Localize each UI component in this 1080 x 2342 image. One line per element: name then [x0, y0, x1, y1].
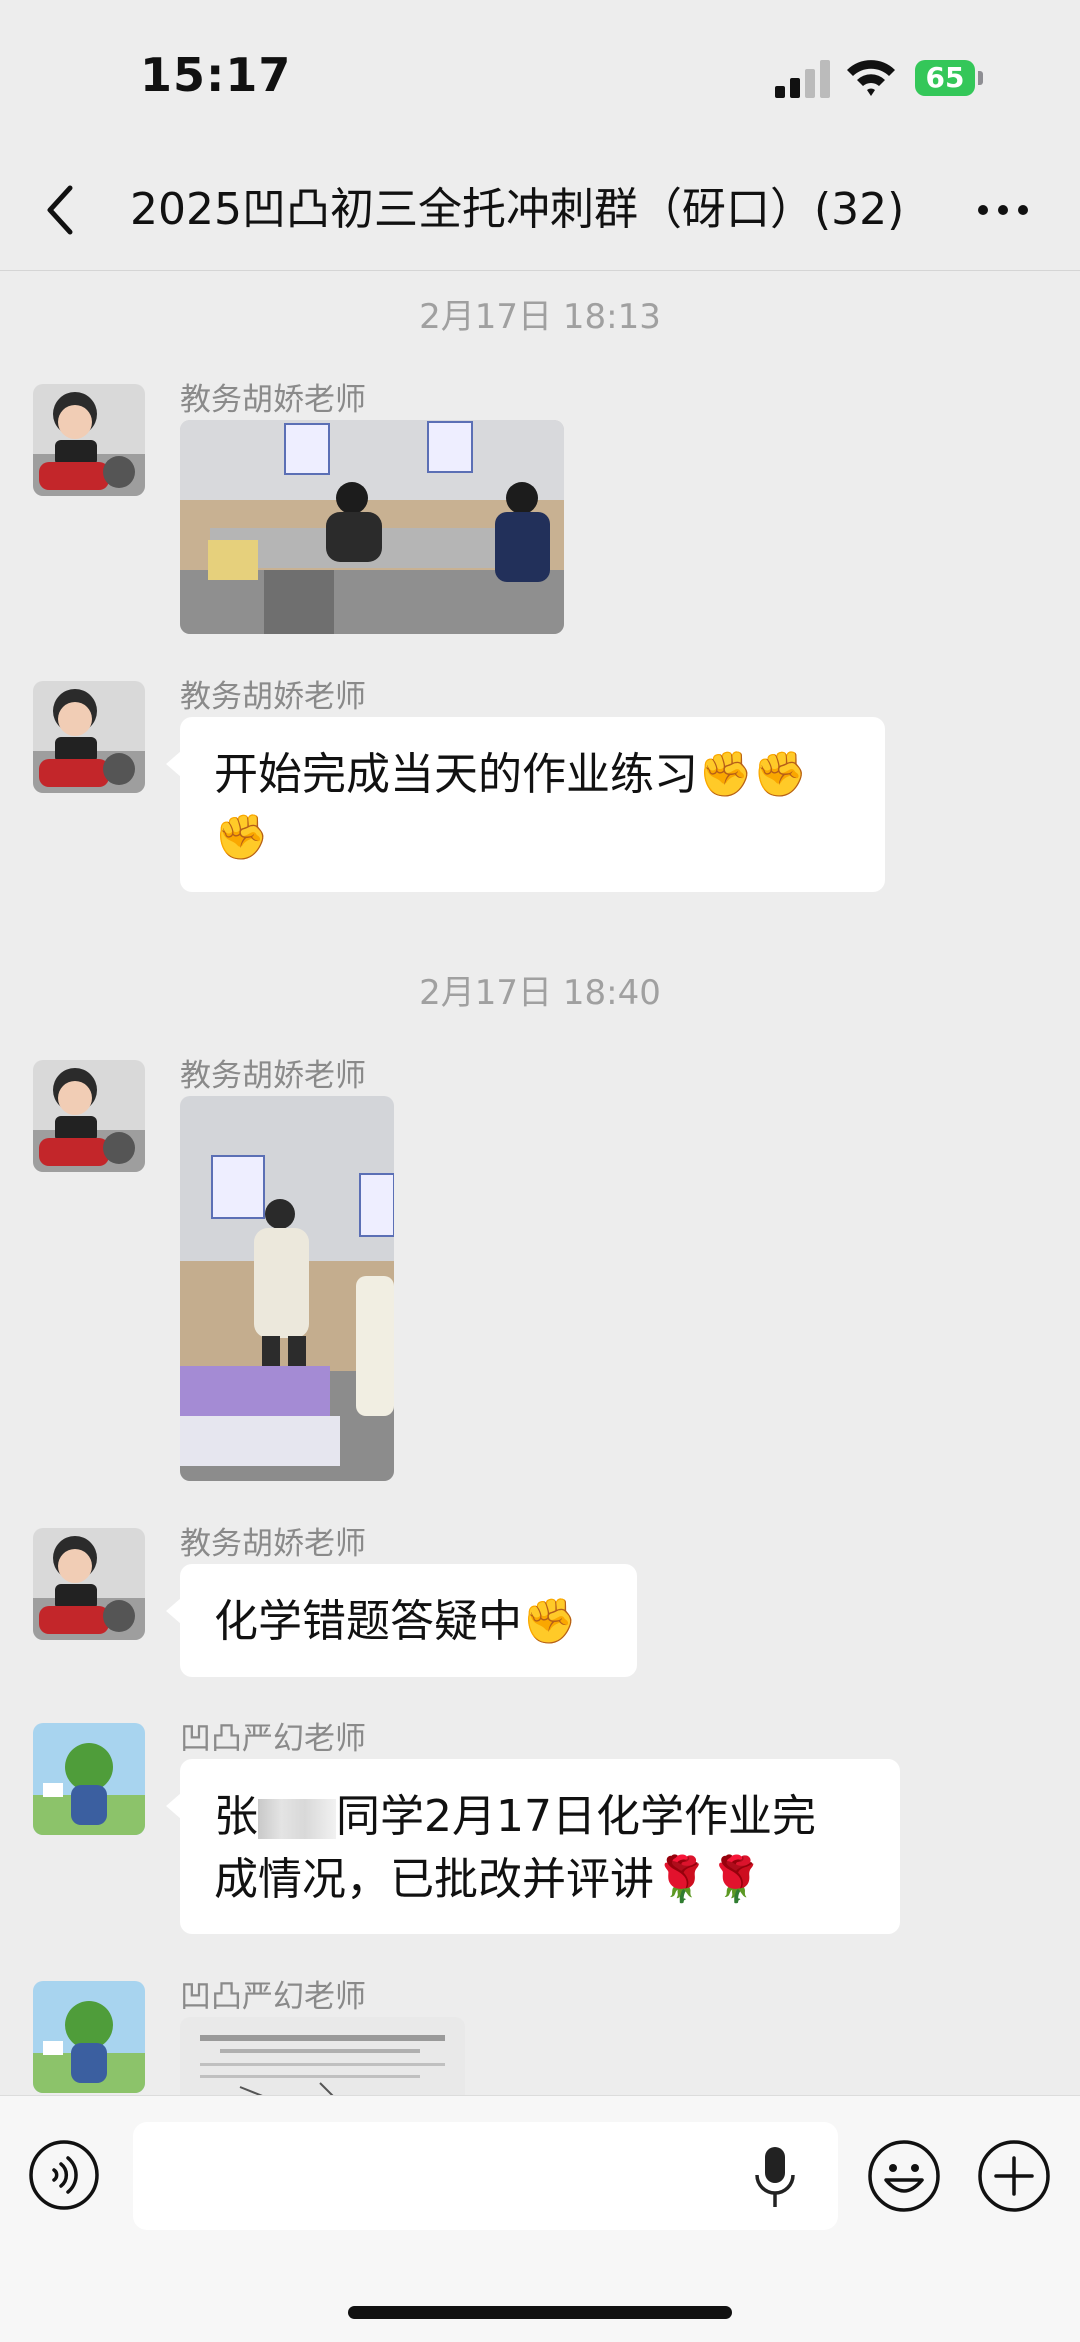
voice-icon[interactable] [28, 2139, 100, 2211]
chat-image[interactable] [180, 1096, 394, 1481]
status-time: 15:17 [140, 48, 292, 102]
more-dots-icon[interactable] [976, 180, 1030, 240]
message-text-line: ✊ [214, 812, 269, 863]
sender-name: 教务胡娇老师 [180, 679, 366, 715]
message-text-line: 张 同学2月17日化学作业完 [214, 1785, 866, 1848]
avatar[interactable] [33, 1981, 145, 2093]
chat-title: 2025凹凸初三全托冲刺群（砑口）(32) [130, 184, 905, 235]
signal-icon [775, 60, 830, 98]
back-arrow-icon[interactable] [40, 180, 80, 240]
message-input[interactable] [133, 2122, 838, 2230]
redacted-name [258, 1799, 336, 1839]
avatar[interactable] [33, 681, 145, 793]
message-text-line: 开始完成当天的作业练习✊✊ [214, 749, 808, 800]
sender-name: 凹凸严幻老师 [180, 1979, 366, 2015]
message-bubble[interactable]: 开始完成当天的作业练习✊✊ ✊ [166, 717, 885, 892]
message-text-rest: 同学2月17日化学作业完 [336, 1791, 816, 1842]
microphone-icon[interactable] [752, 2143, 798, 2213]
chat-header: 2025凹凸初三全托冲刺群（砑口）(32) [0, 150, 1080, 271]
status-bar: 15:17 65 [0, 0, 1080, 150]
home-indicator[interactable] [348, 2306, 732, 2319]
avatar[interactable] [33, 384, 145, 496]
sender-name: 凹凸严幻老师 [180, 1721, 366, 1757]
avatar[interactable] [33, 1060, 145, 1172]
plus-icon[interactable] [976, 2138, 1052, 2214]
message-text-prefix: 张 [214, 1791, 258, 1842]
battery-icon: 65 [915, 58, 987, 98]
message-timestamp: 2月17日 18:40 [419, 973, 661, 1013]
chat-image[interactable] [180, 2017, 465, 2095]
sender-name: 教务胡娇老师 [180, 1058, 366, 1094]
message-bubble[interactable]: 张 同学2月17日化学作业完 成情况，已批改并评讲🌹🌹 [166, 1759, 900, 1934]
sender-name: 教务胡娇老师 [180, 382, 366, 418]
chat-image[interactable] [180, 420, 564, 634]
chat-messages[interactable]: 2月17日 18:13 教务胡娇老师 教务胡娇老师 开始完成当天的作业练习✊✊ … [0, 271, 1080, 2095]
emoji-icon[interactable] [866, 2138, 942, 2214]
avatar[interactable] [33, 1528, 145, 1640]
battery-level: 65 [915, 60, 975, 96]
sender-name: 教务胡娇老师 [180, 1526, 366, 1562]
message-timestamp: 2月17日 18:13 [419, 297, 661, 337]
message-text: 化学错题答疑中✊ [214, 1596, 577, 1647]
message-text-line: 成情况，已批改并评讲🌹🌹 [214, 1854, 764, 1905]
message-bubble[interactable]: 化学错题答疑中✊ [166, 1564, 637, 1677]
wifi-icon [847, 60, 895, 96]
input-bar [0, 2095, 1080, 2342]
battery-cap [978, 71, 983, 85]
avatar[interactable] [33, 1723, 145, 1835]
